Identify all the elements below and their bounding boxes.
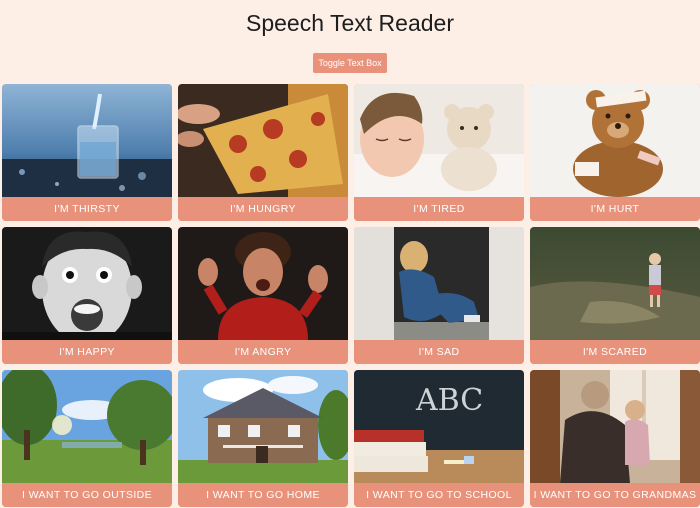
angry-child-image xyxy=(178,227,348,340)
park-with-trees-image xyxy=(2,370,172,483)
toggle-text-box-button[interactable]: Toggle Text Box xyxy=(313,53,387,73)
card-go-home[interactable]: I WANT TO GO HOME xyxy=(178,370,348,507)
card-tired[interactable]: I'M TIRED xyxy=(354,84,524,221)
card-label: I'M HAPPY xyxy=(2,340,172,364)
card-label: I WANT TO GO TO SCHOOL xyxy=(354,483,524,507)
pizza-slice-image xyxy=(178,84,348,197)
card-angry[interactable]: I'M ANGRY xyxy=(178,227,348,364)
card-label: I WANT TO GO HOME xyxy=(178,483,348,507)
child-in-doorway-image xyxy=(354,227,524,340)
card-label: I'M SCARED xyxy=(530,340,700,364)
card-thirsty[interactable]: I'M THIRSTY xyxy=(2,84,172,221)
card-label: I'M HURT xyxy=(530,197,700,221)
card-label: I WANT TO GO TO GRANDMAS xyxy=(530,483,700,507)
speech-text-reader-page: Speech Text Reader Toggle Text Box I'M T… xyxy=(0,0,700,508)
card-hungry[interactable]: I'M HUNGRY xyxy=(178,84,348,221)
card-scared[interactable]: I'M SCARED xyxy=(530,227,700,364)
excited-boy-image xyxy=(2,227,172,340)
card-go-to-school[interactable]: ABC I WANT TO GO TO SCHOOL xyxy=(354,370,524,507)
card-label: I WANT TO GO OUTSIDE xyxy=(2,483,172,507)
speech-card-grid: I'M THIRSTY I'M HUNGRY I'M TIRED I'M HUR… xyxy=(2,84,700,507)
svg-text:ABC: ABC xyxy=(415,383,483,418)
glass-of-water-image xyxy=(2,84,172,197)
card-hurt[interactable]: I'M HURT xyxy=(530,84,700,221)
card-label: I'M ANGRY xyxy=(178,340,348,364)
card-label: I'M HUNGRY xyxy=(178,197,348,221)
chalkboard-abc-image: ABC xyxy=(354,370,524,483)
card-happy[interactable]: I'M HAPPY xyxy=(2,227,172,364)
child-alone-in-woods-image xyxy=(530,227,700,340)
sleeping-child-image xyxy=(354,84,524,197)
page-title: Speech Text Reader xyxy=(246,10,454,36)
card-sad[interactable]: I'M SAD xyxy=(354,227,524,364)
card-go-outside[interactable]: I WANT TO GO OUTSIDE xyxy=(2,370,172,507)
card-label: I'M THIRSTY xyxy=(2,197,172,221)
grandmother-with-child-image xyxy=(530,370,700,483)
card-go-to-grandmas[interactable]: I WANT TO GO TO GRANDMAS xyxy=(530,370,700,507)
card-label: I'M SAD xyxy=(354,340,524,364)
bandaged-teddy-bear-image xyxy=(530,84,700,197)
house-image xyxy=(178,370,348,483)
card-label: I'M TIRED xyxy=(354,197,524,221)
